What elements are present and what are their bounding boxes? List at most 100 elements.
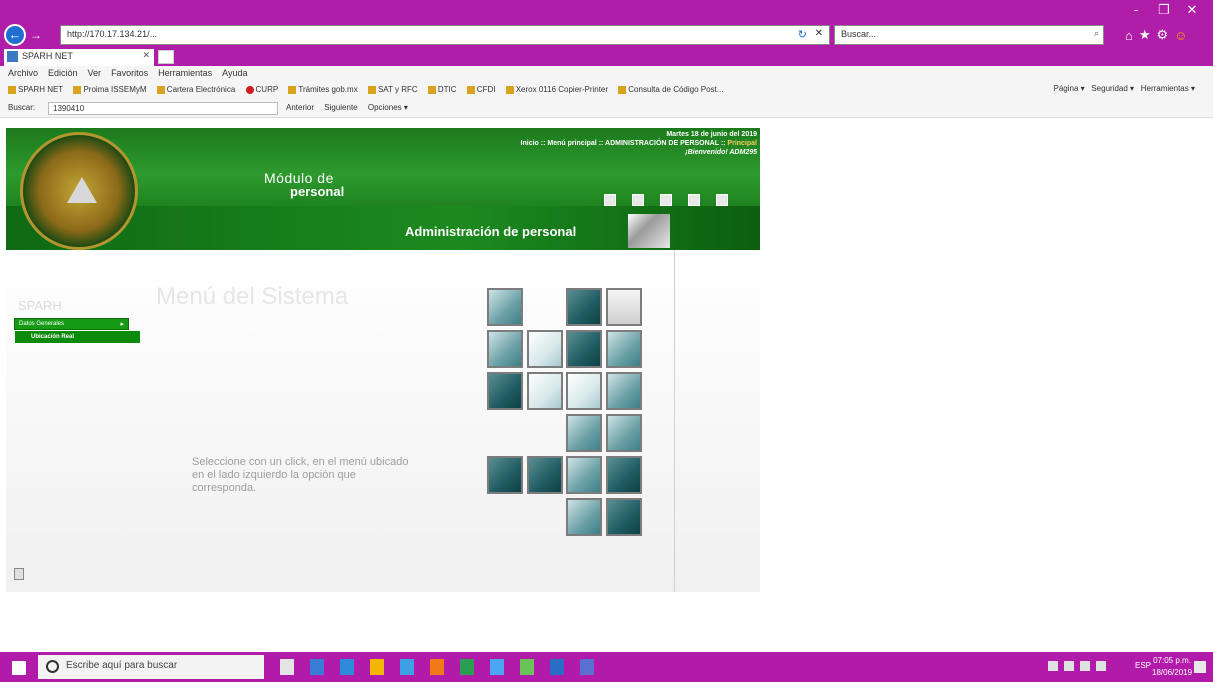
menu-ayuda[interactable]: Ayuda: [222, 68, 247, 80]
mosaic-tile: [566, 372, 602, 410]
firefox-icon[interactable]: [430, 659, 444, 675]
fav-proima[interactable]: Proima ISSEMyM: [73, 85, 147, 94]
word-icon[interactable]: [550, 659, 564, 675]
window-titlebar: - ❐ ✕: [0, 0, 1213, 22]
back-button[interactable]: ←: [4, 24, 26, 46]
cmd-pagina[interactable]: Página ▾: [1054, 84, 1085, 93]
university-emblem-logo: [20, 132, 138, 250]
address-text: http://170.17.134.21/...: [67, 29, 158, 39]
chrome-icon[interactable]: [370, 659, 384, 675]
menu-favoritos[interactable]: Favoritos: [111, 68, 148, 80]
screenshot-root: - ❐ ✕ ← → http://170.17.134.21/... ↻ ✕ B…: [0, 0, 1213, 682]
breadcrumb-path[interactable]: Inicio :: Menú principal :: ADMINISTRACI…: [521, 140, 728, 147]
windows-taskbar: Escribe aquí para buscar ESP 07:05 p.m. …: [0, 652, 1213, 682]
header-tool-icon-3[interactable]: [660, 194, 672, 206]
store-icon[interactable]: [310, 659, 324, 675]
find-input[interactable]: 1390410: [48, 102, 278, 115]
volume-icon[interactable]: [1096, 661, 1106, 671]
tab-sparh-net[interactable]: SPARH NET ✕: [4, 49, 154, 66]
mail-icon[interactable]: [460, 659, 474, 675]
mosaic-tile: [566, 456, 602, 494]
taskbar-apps: [280, 659, 594, 675]
feedback-smiley-icon[interactable]: ☺: [1174, 28, 1187, 43]
fav-cartera[interactable]: Cartera Electrónica: [156, 85, 235, 94]
fav-tramites[interactable]: Trámites gob.mx: [288, 85, 358, 94]
header-tool-icon-2[interactable]: [632, 194, 644, 206]
search-icon[interactable]: ⌕: [1094, 28, 1099, 39]
forward-button[interactable]: →: [30, 26, 44, 44]
new-tab-button[interactable]: [158, 50, 174, 64]
header-toolbar: [604, 194, 728, 206]
internet-explorer-icon[interactable]: [490, 659, 504, 675]
settings-gear-icon[interactable]: ⚙: [1157, 27, 1169, 43]
menu-edicion[interactable]: Edición: [48, 68, 78, 80]
page-icon[interactable]: [14, 568, 24, 580]
refresh-icon[interactable]: ↻: [798, 28, 807, 41]
find-controls: Anterior Siguiente Opciones ▾: [286, 103, 416, 112]
find-label: Buscar:: [8, 103, 36, 112]
menu-ver[interactable]: Ver: [88, 68, 102, 80]
menu-ubicacion-real[interactable]: Ubicación Real: [14, 330, 141, 344]
app-icon[interactable]: [580, 659, 594, 675]
notifications-icon[interactable]: [1194, 661, 1206, 673]
menu-ubicacion-real-label: Ubicación Real: [31, 334, 75, 340]
address-bar[interactable]: http://170.17.134.21/... ↻ ✕: [60, 25, 830, 45]
menu-herramientas[interactable]: Herramientas: [158, 68, 212, 80]
mosaic-tile: [566, 414, 602, 452]
fav-xerox[interactable]: Xerox 0116 Copier-Printer: [505, 85, 608, 94]
fav-codigo-postal[interactable]: Consulta de Código Post...: [618, 85, 723, 94]
current-date: Martes 18 de junio del 2019: [666, 131, 757, 138]
mosaic-tile: [606, 288, 642, 326]
fav-sparh-net[interactable]: SPARH NET: [8, 85, 63, 94]
stop-icon[interactable]: ✕: [815, 28, 823, 39]
clock-time: 07:05 p.m.: [1153, 656, 1191, 665]
header-tool-icon-5[interactable]: [716, 194, 728, 206]
windows-start-icon[interactable]: [12, 661, 26, 675]
language-indicator[interactable]: ESP: [1135, 661, 1151, 670]
folder-icon: [367, 85, 376, 94]
folder-icon: [505, 85, 514, 94]
task-view-icon[interactable]: [280, 659, 294, 675]
browser-search-placeholder: Buscar...: [841, 29, 877, 39]
menu-archivo[interactable]: Archivo: [8, 68, 38, 80]
home-icon[interactable]: ⌂: [1125, 28, 1133, 43]
tray-icon[interactable]: [1064, 661, 1074, 671]
close-window-button[interactable]: ✕: [1182, 2, 1202, 18]
cmd-seguridad[interactable]: Seguridad ▾: [1091, 84, 1134, 93]
edge-icon[interactable]: [340, 659, 354, 675]
fav-cfdi[interactable]: CFDI: [466, 85, 495, 94]
taskbar-search-placeholder: Escribe aquí para buscar: [66, 660, 178, 671]
app-icon[interactable]: [520, 659, 534, 675]
fav-curp[interactable]: CURP: [245, 85, 278, 94]
browser-search-box[interactable]: Buscar... ⌕: [834, 25, 1104, 45]
section-title: Administración de personal: [405, 224, 577, 239]
web-page: Módulo de personal Martes 18 de junio de…: [0, 118, 1213, 652]
cmd-herramientas[interactable]: Herramientas ▾: [1141, 84, 1195, 93]
header-tool-icon-4[interactable]: [688, 194, 700, 206]
browser-toolbar-icons: ⌂ ★ ⚙ ☺: [1125, 26, 1213, 44]
network-icon[interactable]: [1080, 661, 1090, 671]
breadcrumb-current: Principal: [727, 140, 757, 147]
menu-datos-generales[interactable]: Datos Generales ▸: [14, 318, 129, 330]
minimize-button[interactable]: -: [1126, 2, 1146, 18]
main-content: SPARH Menú del Sistema Datos Generales ▸…: [6, 250, 760, 592]
app-icon[interactable]: [400, 659, 414, 675]
find-options-button[interactable]: Opciones ▾: [368, 103, 408, 112]
find-next-button[interactable]: Siguiente: [324, 103, 357, 112]
fav-sat[interactable]: SAT y RFC: [367, 85, 418, 94]
folder-icon: [8, 85, 16, 94]
find-previous-button[interactable]: Anterior: [286, 103, 314, 112]
folder-icon: [73, 85, 82, 94]
tab-close-icon[interactable]: ✕: [142, 50, 150, 61]
maximize-button[interactable]: ❐: [1154, 2, 1174, 18]
section-banner-image: [628, 214, 670, 248]
header-tool-icon-1[interactable]: [604, 194, 616, 206]
fav-dtic[interactable]: DTIC: [427, 85, 457, 94]
system-clock[interactable]: 07:05 p.m. 18/06/2019: [1152, 655, 1192, 679]
taskbar-search[interactable]: Escribe aquí para buscar: [38, 655, 264, 679]
favorites-star-icon[interactable]: ★: [1139, 27, 1151, 43]
tab-favicon-icon: [7, 51, 18, 62]
module-title: Módulo de personal: [264, 170, 344, 199]
breadcrumb: Inicio :: Menú principal :: ADMINISTRACI…: [521, 140, 757, 147]
tray-icon[interactable]: [1048, 661, 1058, 671]
